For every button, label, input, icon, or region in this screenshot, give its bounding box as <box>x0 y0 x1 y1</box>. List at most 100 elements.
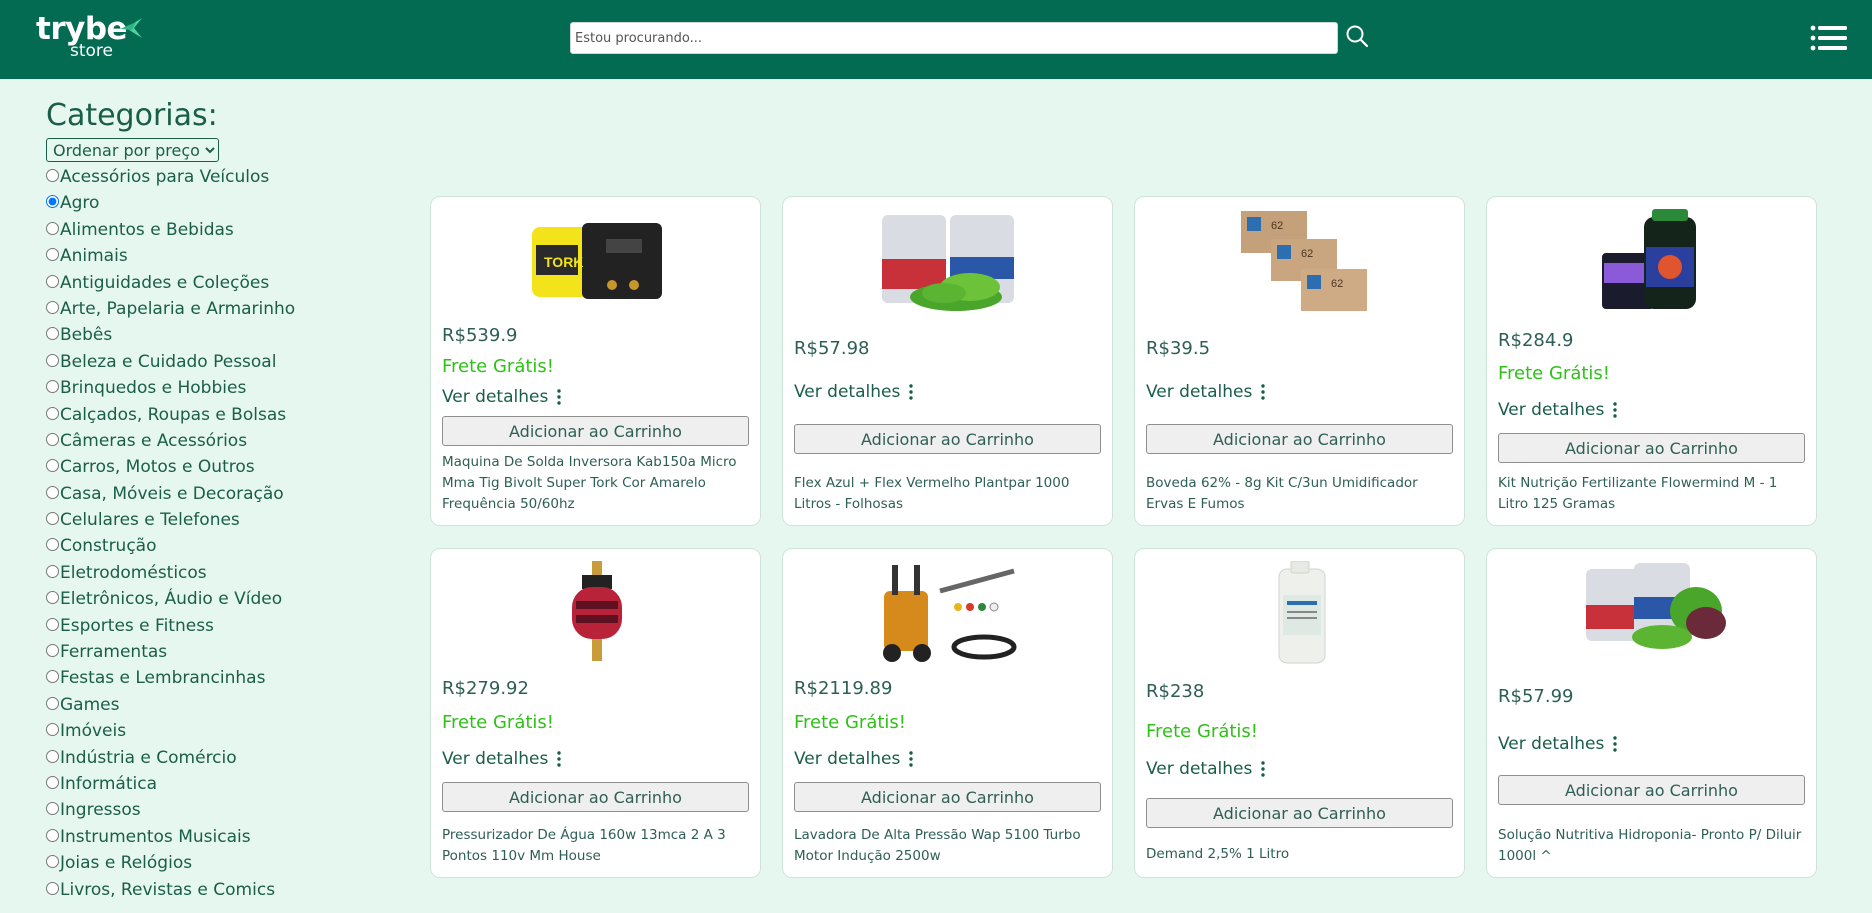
category-item[interactable]: Games <box>46 694 386 720</box>
category-radio[interactable] <box>46 538 59 552</box>
product-image[interactable]: 62 62 62 <box>1135 209 1466 315</box>
search-input[interactable] <box>570 22 1338 54</box>
category-label: Construção <box>60 536 157 557</box>
product-price: R$238 <box>1146 681 1205 702</box>
category-radio[interactable] <box>46 802 59 816</box>
category-radio[interactable] <box>46 670 59 684</box>
view-details-link[interactable]: Ver detalhes <box>1498 400 1618 420</box>
category-radio[interactable] <box>46 274 59 288</box>
category-item[interactable]: Alimentos e Bebidas <box>46 219 386 245</box>
category-radio[interactable] <box>46 380 59 394</box>
product-image[interactable] <box>431 561 762 667</box>
more-vertical-icon <box>557 751 562 767</box>
view-details-label: Ver detalhes <box>794 749 901 769</box>
more-vertical-icon <box>1613 402 1618 418</box>
add-to-cart-button[interactable]: Adicionar ao Carrinho <box>1498 433 1805 463</box>
category-radio[interactable] <box>46 749 59 763</box>
category-radio[interactable] <box>46 617 59 631</box>
add-to-cart-button[interactable]: Adicionar ao Carrinho <box>794 782 1101 812</box>
category-item[interactable]: Ferramentas <box>46 641 386 667</box>
category-label: Acessórios para Veículos <box>60 167 270 187</box>
view-details-link[interactable]: Ver detalhes <box>442 387 562 407</box>
view-details-link[interactable]: Ver detalhes <box>1498 734 1618 754</box>
category-item[interactable]: Agro <box>46 192 386 218</box>
trybe-store-logo[interactable]: trybe store <box>36 12 146 60</box>
category-item[interactable]: Esportes e Fitness <box>46 615 386 641</box>
category-radio[interactable] <box>46 248 59 262</box>
category-item[interactable]: Celulares e Telefones <box>46 509 386 535</box>
category-item[interactable]: Câmeras e Acessórios <box>46 430 386 456</box>
category-item[interactable]: Arte, Papelaria e Armarinho <box>46 298 386 324</box>
category-item[interactable]: Animais <box>46 245 386 271</box>
category-radio[interactable] <box>46 459 59 473</box>
category-radio[interactable] <box>46 881 59 895</box>
category-radio[interactable] <box>46 644 59 658</box>
category-item[interactable]: Acessórios para Veículos <box>46 166 386 192</box>
add-to-cart-button[interactable]: Adicionar ao Carrinho <box>442 782 749 812</box>
category-radio[interactable] <box>46 485 59 499</box>
category-radio[interactable] <box>46 512 59 526</box>
category-radio[interactable] <box>46 353 59 367</box>
add-to-cart-button[interactable]: Adicionar ao Carrinho <box>442 416 749 446</box>
product-image[interactable] <box>783 209 1114 315</box>
category-item[interactable]: Construção <box>46 535 386 561</box>
category-label: Câmeras e Acessórios <box>60 430 248 451</box>
menu-button[interactable] <box>1810 24 1848 54</box>
category-item[interactable]: Eletrodomésticos <box>46 562 386 588</box>
view-details-link[interactable]: Ver detalhes <box>1146 382 1266 402</box>
product-price: R$539.9 <box>442 325 518 346</box>
view-details-label: Ver detalhes <box>442 387 549 407</box>
category-item[interactable]: Casa, Móveis e Decoração <box>46 483 386 509</box>
category-sidebar: Categorias: Ordenar por preço Acessórios… <box>46 94 386 905</box>
product-image[interactable] <box>1487 209 1818 315</box>
category-radio[interactable] <box>46 564 59 578</box>
category-item[interactable]: Instrumentos Musicais <box>46 826 386 852</box>
category-item[interactable]: Ingressos <box>46 799 386 825</box>
category-item[interactable]: Calçados, Roupas e Bolsas <box>46 404 386 430</box>
view-details-link[interactable]: Ver detalhes <box>794 749 914 769</box>
add-to-cart-button[interactable]: Adicionar ao Carrinho <box>1146 798 1453 828</box>
category-item[interactable]: Indústria e Comércio <box>46 747 386 773</box>
category-label: Antiguidades e Coleções <box>60 272 270 293</box>
product-image[interactable] <box>1487 561 1818 667</box>
category-item[interactable]: Informática <box>46 773 386 799</box>
category-item[interactable]: Eletrônicos, Áudio e Vídeo <box>46 588 386 614</box>
category-radio[interactable] <box>46 327 59 341</box>
search-button[interactable] <box>1344 24 1370 50</box>
view-details-link[interactable]: Ver detalhes <box>1146 759 1266 779</box>
category-item[interactable]: Livros, Revistas e Comics <box>46 879 386 905</box>
category-item[interactable]: Beleza e Cuidado Pessoal <box>46 351 386 377</box>
category-item[interactable]: Joias e Relógios <box>46 852 386 878</box>
category-radio[interactable] <box>46 169 59 182</box>
category-radio[interactable] <box>46 855 59 869</box>
product-image[interactable] <box>783 561 1114 667</box>
category-item[interactable]: Antiguidades e Coleções <box>46 272 386 298</box>
product-image[interactable]: TORK <box>431 209 762 315</box>
category-radio[interactable] <box>46 828 59 842</box>
category-radio[interactable] <box>46 696 59 710</box>
view-details-link[interactable]: Ver detalhes <box>442 749 562 769</box>
category-item[interactable]: Brinquedos e Hobbies <box>46 377 386 403</box>
category-radio[interactable] <box>46 195 59 209</box>
view-details-link[interactable]: Ver detalhes <box>794 382 914 402</box>
category-radio[interactable] <box>46 406 59 420</box>
category-item[interactable]: Imóveis <box>46 720 386 746</box>
category-radio[interactable] <box>46 723 59 737</box>
category-radio[interactable] <box>46 432 59 446</box>
category-radio[interactable] <box>46 775 59 789</box>
add-to-cart-button[interactable]: Adicionar ao Carrinho <box>1498 775 1805 805</box>
product-price: R$284.9 <box>1498 330 1574 351</box>
sort-select[interactable]: Ordenar por preço <box>46 138 219 162</box>
category-label: Beleza e Cuidado Pessoal <box>60 351 277 372</box>
category-radio[interactable] <box>46 591 59 605</box>
category-label: Festas e Lembrancinhas <box>60 668 266 689</box>
category-item[interactable]: Festas e Lembrancinhas <box>46 667 386 693</box>
category-radio[interactable] <box>46 300 59 314</box>
product-image[interactable] <box>1135 561 1466 667</box>
add-to-cart-button[interactable]: Adicionar ao Carrinho <box>794 424 1101 454</box>
category-radio[interactable] <box>46 221 59 235</box>
category-label: Indústria e Comércio <box>60 747 237 768</box>
category-item[interactable]: Carros, Motos e Outros <box>46 456 386 482</box>
category-item[interactable]: Bebês <box>46 324 386 350</box>
add-to-cart-button[interactable]: Adicionar ao Carrinho <box>1146 424 1453 454</box>
